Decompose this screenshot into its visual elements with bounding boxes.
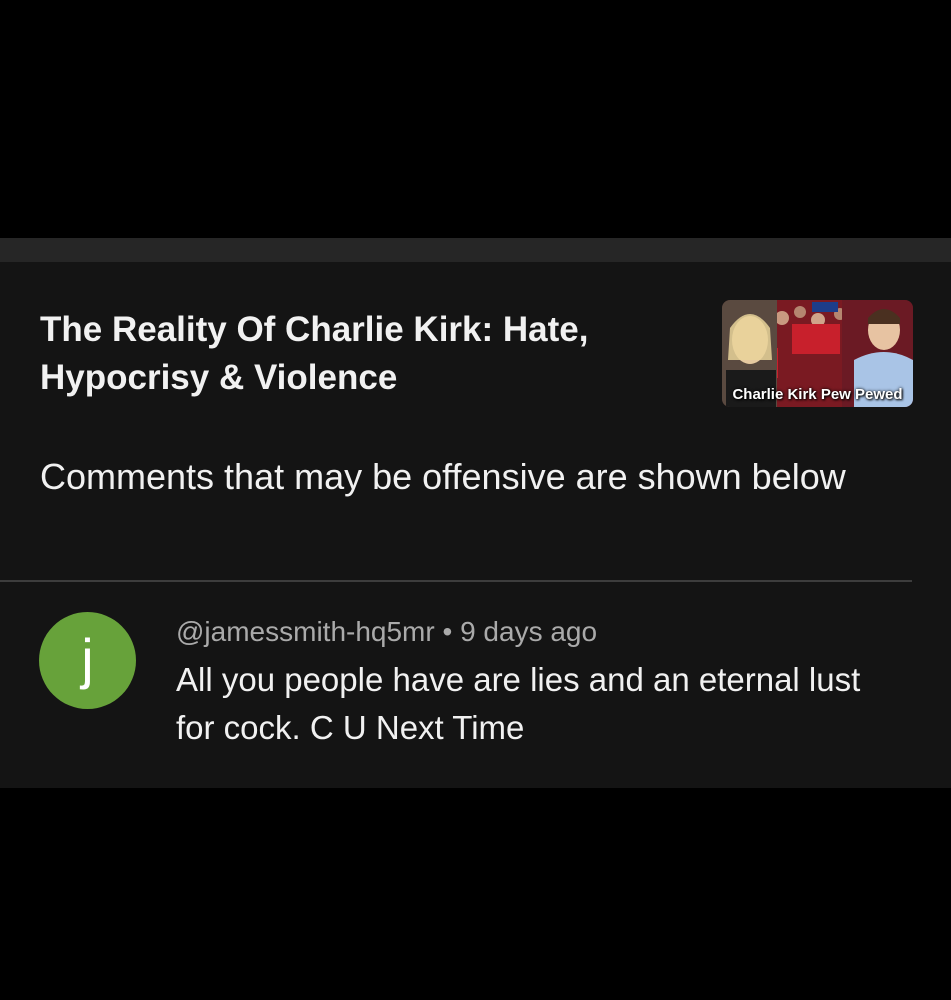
video-title[interactable]: The Reality Of Charlie Kirk: Hate, Hypoc… [40, 306, 680, 402]
top-divider-bar [0, 238, 951, 262]
video-thumbnail[interactable]: Charlie Kirk Pew Pewed [722, 300, 913, 407]
comment-panel: The Reality Of Charlie Kirk: Hate, Hypoc… [0, 262, 951, 788]
thumbnail-caption: Charlie Kirk Pew Pewed [732, 386, 903, 403]
avatar[interactable]: j [39, 612, 136, 709]
comment-meta: @jamessmith-hq5mr • 9 days ago [176, 614, 597, 650]
screen: The Reality Of Charlie Kirk: Hate, Hypoc… [0, 0, 951, 1000]
offensive-comments-notice: Comments that may be offensive are shown… [40, 456, 846, 497]
comment-text: All you people have are lies and an eter… [176, 661, 861, 746]
comment-author[interactable]: @jamessmith-hq5mr [176, 616, 435, 647]
meta-separator: • [442, 616, 453, 647]
section-divider [0, 580, 912, 582]
comment-timestamp[interactable]: 9 days ago [460, 616, 597, 647]
